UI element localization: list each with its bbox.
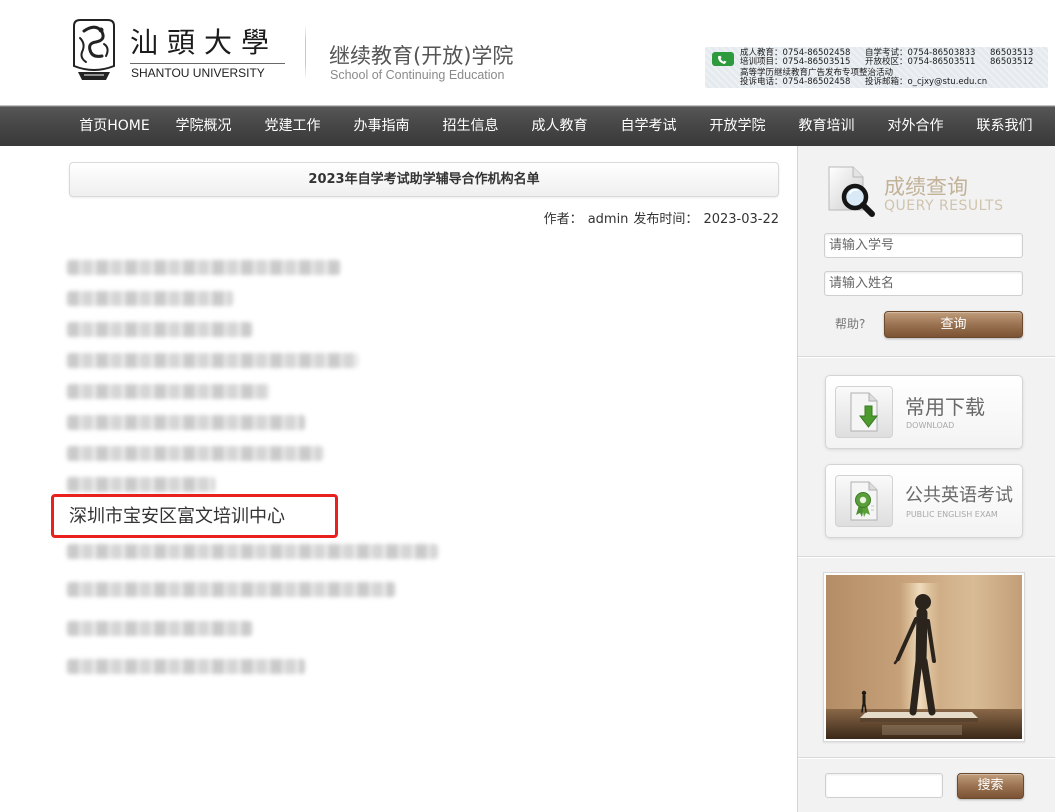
- university-name-cn: 汕頭大學: [130, 26, 279, 59]
- nav-item-admissions[interactable]: 招生信息: [426, 107, 515, 145]
- list-item-blurred: [67, 291, 233, 306]
- article-meta: 作者： admin 发布时间： 2023-03-22: [544, 211, 779, 229]
- university-name-en: SHANTOU UNIVERSITY: [131, 66, 265, 80]
- list-item-blurred: [67, 322, 252, 337]
- nav-item-open-college[interactable]: 开放学院: [693, 107, 782, 145]
- contact-info-box: 成人教育：0754-86502458 自学考试：0754-86503833 86…: [705, 47, 1048, 88]
- certificate-document-icon: [835, 475, 893, 527]
- article-title: 2023年自学考试助学辅导合作机构名单: [69, 162, 779, 197]
- nav-item-about[interactable]: 学院概况: [159, 107, 248, 145]
- sidebar-divider: [798, 556, 1055, 558]
- student-name-input[interactable]: [824, 271, 1023, 296]
- query-title: 成绩查询: [884, 175, 968, 199]
- sculpture-photo[interactable]: [823, 572, 1025, 742]
- contact-open-campus: 开放校区：0754-86503511: [865, 57, 976, 67]
- nav-item-cooperation[interactable]: 对外合作: [871, 107, 960, 145]
- list-item-blurred: [67, 544, 438, 559]
- list-item-blurred: [67, 260, 340, 275]
- contact-training: 培训项目：0754-86503515: [740, 57, 851, 67]
- english-exam-link-box[interactable]: 公共英语考试 PUBLIC ENGLISH EXAM: [825, 464, 1023, 538]
- list-item-blurred: [67, 446, 323, 461]
- list-item-blurred: [67, 384, 270, 399]
- query-subtitle: QUERY RESULTS: [884, 198, 1004, 214]
- school-name-en: School of Continuing Education: [330, 68, 505, 82]
- university-logo[interactable]: 汕頭大學 SHANTOU UNIVERSITY: [64, 14, 290, 86]
- query-button[interactable]: 查询: [884, 311, 1023, 338]
- site-search-button[interactable]: 搜索: [957, 773, 1024, 799]
- logo-divider-line: [130, 63, 285, 64]
- site-header: 汕頭大學 SHANTOU UNIVERSITY 继续教育(开放)学院 Schoo…: [0, 0, 1055, 106]
- nav-item-party[interactable]: 党建工作: [248, 107, 337, 145]
- publish-date: 2023-03-22: [703, 212, 779, 227]
- main-nav: 首页HOME 学院概况 党建工作 办事指南 招生信息 成人教育 自学考试 开放学…: [0, 106, 1055, 146]
- school-name-cn: 继续教育(开放)学院: [329, 44, 514, 68]
- author-name: admin: [587, 212, 629, 227]
- list-item-blurred: [67, 621, 252, 636]
- help-link[interactable]: 帮助?: [835, 316, 865, 332]
- list-item-blurred: [67, 659, 305, 674]
- list-item-blurred: [67, 477, 215, 492]
- nav-item-self-study-exam[interactable]: 自学考试: [604, 107, 693, 145]
- publish-date-label: 发布时间：: [633, 212, 699, 227]
- contact-open-campus-alt: 86503512: [990, 57, 1034, 67]
- complaint-phone: 投诉电话：0754-86502458: [740, 77, 851, 87]
- student-id-input[interactable]: [824, 233, 1023, 258]
- highlight-annotation-box: [51, 494, 338, 538]
- list-item-blurred: [67, 353, 358, 368]
- sidebar-divider: [798, 356, 1055, 358]
- nav-item-adult-education[interactable]: 成人教育: [515, 107, 604, 145]
- author-label: 作者：: [543, 212, 583, 227]
- english-exam-title: 公共英语考试: [905, 485, 1013, 506]
- english-exam-subtitle: PUBLIC ENGLISH EXAM: [906, 510, 998, 519]
- phone-icon: [712, 52, 734, 66]
- download-subtitle: DOWNLOAD: [906, 421, 955, 430]
- nav-item-contact[interactable]: 联系我们: [960, 107, 1049, 145]
- site-search-input[interactable]: [825, 773, 943, 798]
- nav-item-training[interactable]: 教育培训: [782, 107, 871, 145]
- list-item-blurred: [67, 582, 395, 597]
- sidebar-divider: [798, 757, 1055, 759]
- header-divider: [305, 24, 306, 80]
- magnifier-document-icon: [825, 164, 877, 218]
- download-link-box[interactable]: 常用下载 DOWNLOAD: [825, 375, 1023, 449]
- download-document-icon: [835, 386, 893, 438]
- nav-item-guide[interactable]: 办事指南: [337, 107, 426, 145]
- sidebar: 成绩查询 QUERY RESULTS 帮助? 查询 常用下载 DOWNLOAD: [797, 146, 1055, 812]
- university-emblem-icon: [66, 16, 122, 84]
- complaint-email: 投诉邮箱：o_cjxy@stu.edu.cn: [865, 77, 988, 87]
- nav-item-home[interactable]: 首页HOME: [70, 107, 159, 145]
- list-item-blurred: [67, 415, 305, 430]
- download-title: 常用下载: [905, 395, 985, 419]
